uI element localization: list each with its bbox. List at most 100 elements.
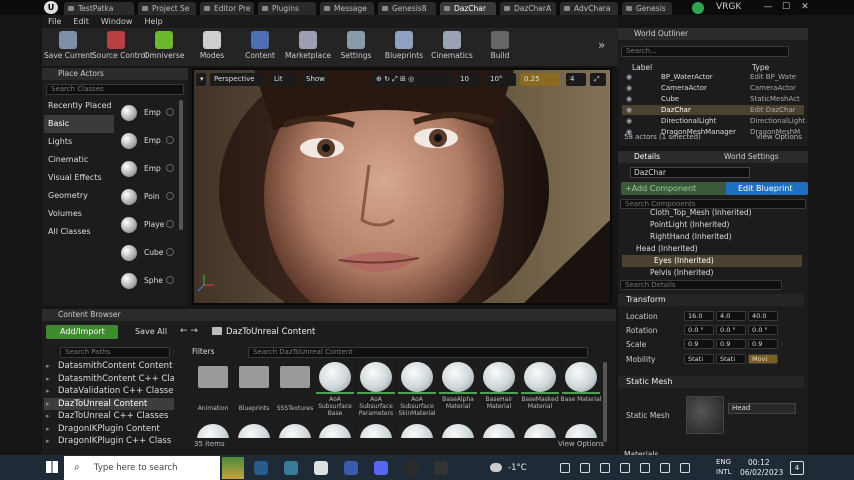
material-asset[interactable] bbox=[521, 422, 559, 438]
edit-blueprint-button[interactable]: Edit Blueprint bbox=[726, 182, 808, 195]
tray-icon[interactable] bbox=[560, 463, 570, 473]
perspective-button[interactable]: Perspective bbox=[210, 73, 266, 86]
window-tab[interactable]: DazCharA bbox=[500, 2, 556, 15]
scale-snap[interactable]: 0.25 bbox=[520, 73, 560, 86]
folder-tree-item[interactable]: DatasmithContent Content bbox=[44, 360, 174, 372]
tray-icon[interactable] bbox=[660, 463, 670, 473]
material-asset[interactable] bbox=[562, 422, 600, 438]
viewport-options-button[interactable]: ▾ bbox=[196, 73, 206, 86]
content-browser-header[interactable]: Content Browser bbox=[42, 309, 616, 321]
tray-icon[interactable] bbox=[580, 463, 590, 473]
location-field[interactable]: 4.0 bbox=[716, 311, 746, 321]
visibility-eye-icon[interactable]: ◉ bbox=[626, 72, 632, 82]
file-explorer-icon[interactable] bbox=[314, 461, 328, 475]
help-icon[interactable] bbox=[166, 192, 174, 200]
vpn-icon[interactable] bbox=[344, 461, 358, 475]
tab-world-settings[interactable]: World Settings bbox=[724, 152, 779, 161]
notification-center-icon[interactable]: 4 bbox=[790, 461, 804, 475]
clock-time[interactable]: 00:12 bbox=[748, 458, 770, 467]
actor-item[interactable]: Emp bbox=[116, 103, 176, 123]
lang-code[interactable]: ENG bbox=[716, 458, 731, 466]
category-geometry[interactable]: Geometry bbox=[44, 187, 114, 205]
mobility-option[interactable]: Stati bbox=[716, 354, 746, 364]
place-actors-search[interactable]: Search Classes bbox=[46, 84, 184, 95]
build-button[interactable]: Build bbox=[476, 30, 524, 64]
rotation-field[interactable]: 0.0 ° bbox=[684, 325, 714, 335]
window-tab[interactable]: DazChar bbox=[440, 2, 496, 15]
transform-section-header[interactable]: Transform bbox=[618, 294, 804, 306]
visibility-eye-icon[interactable]: ◉ bbox=[626, 83, 632, 93]
omniverse-button[interactable]: Omniverse bbox=[140, 30, 188, 64]
static-mesh-dropdown[interactable]: Head bbox=[728, 403, 796, 414]
visibility-eye-icon[interactable]: ◉ bbox=[626, 105, 632, 115]
window-tab[interactable]: Message bbox=[320, 2, 374, 15]
cinematics-button[interactable]: Cinematics bbox=[428, 30, 476, 64]
world-outliner-header[interactable]: World Outliner bbox=[618, 28, 808, 40]
tray-icon[interactable] bbox=[600, 463, 610, 473]
material-asset[interactable] bbox=[398, 422, 436, 438]
marketplace-button[interactable]: Marketplace bbox=[284, 30, 332, 64]
unreal-engine-icon[interactable] bbox=[404, 461, 418, 475]
material-asset[interactable] bbox=[398, 360, 436, 394]
category-lights[interactable]: Lights bbox=[44, 133, 114, 151]
outliner-col-type[interactable]: Type bbox=[752, 63, 769, 72]
static-mesh-thumbnail[interactable] bbox=[686, 396, 724, 434]
outliner-row[interactable]: ◉ DragonMeshManager DragonMeshM bbox=[622, 127, 804, 137]
lit-button[interactable]: Lit bbox=[270, 73, 298, 86]
folder-icon[interactable] bbox=[198, 366, 228, 388]
content-scrollbar[interactable] bbox=[603, 362, 607, 442]
menu-edit[interactable]: Edit bbox=[67, 15, 95, 28]
minimize-button[interactable]: — bbox=[760, 0, 776, 15]
material-asset[interactable] bbox=[357, 422, 395, 438]
task-view-icon[interactable] bbox=[254, 461, 268, 475]
lang-region[interactable]: INTL bbox=[716, 468, 731, 476]
actor-item[interactable]: Playe bbox=[116, 215, 176, 235]
outliner-search[interactable]: Search... bbox=[621, 46, 789, 57]
windows-start-icon[interactable] bbox=[46, 461, 58, 473]
location-field[interactable]: 40.0 bbox=[748, 311, 778, 321]
category-cinematic[interactable]: Cinematic bbox=[44, 151, 114, 169]
maximize-viewport-icon[interactable]: ⤢ bbox=[590, 73, 606, 86]
folder-tree-item[interactable]: DatasmithContent C++ Cla bbox=[44, 373, 174, 385]
material-asset[interactable] bbox=[235, 422, 273, 438]
material-asset[interactable] bbox=[562, 360, 600, 394]
material-asset[interactable] bbox=[480, 422, 518, 438]
weather-temp[interactable]: -1°C bbox=[508, 463, 527, 473]
static-mesh-section-header[interactable]: Static Mesh bbox=[618, 376, 804, 388]
search-paths-input[interactable]: Search Paths bbox=[60, 347, 170, 358]
menu-help[interactable]: Help bbox=[138, 15, 168, 28]
tab-details[interactable]: Details bbox=[634, 152, 660, 161]
folder-tree-item[interactable]: DataValidation C++ Classe bbox=[44, 385, 174, 397]
material-asset[interactable] bbox=[316, 360, 354, 394]
component-item[interactable]: Eyes (Inherited) bbox=[622, 255, 802, 267]
window-tab[interactable]: Editor Pre bbox=[200, 2, 254, 15]
component-item[interactable]: Head (Inherited) bbox=[622, 243, 802, 255]
outliner-row[interactable]: ◉ Cube StaticMeshAct bbox=[622, 94, 804, 104]
category-basic[interactable]: Basic bbox=[44, 115, 114, 133]
actor-item[interactable]: Emp bbox=[116, 131, 176, 151]
save-all-button[interactable]: Save All bbox=[122, 325, 174, 339]
category-volumes[interactable]: Volumes bbox=[44, 205, 114, 223]
material-asset[interactable] bbox=[316, 422, 354, 438]
settings-button[interactable]: Settings bbox=[332, 30, 380, 64]
window-tab[interactable]: TestPatka bbox=[64, 2, 134, 15]
place-actors-scrollbar[interactable] bbox=[179, 100, 183, 230]
discord-icon[interactable] bbox=[374, 461, 388, 475]
tray-icon[interactable] bbox=[640, 463, 650, 473]
taskbar-search-input[interactable]: Type here to search bbox=[64, 456, 220, 480]
material-asset[interactable] bbox=[194, 422, 232, 438]
close-button[interactable]: ✕ bbox=[797, 0, 813, 15]
content-view-options-button[interactable]: View Options bbox=[558, 440, 604, 448]
grid-snap[interactable]: 10 bbox=[456, 73, 482, 86]
scale-field[interactable]: 0.9 bbox=[684, 339, 714, 349]
daz-studio-icon[interactable] bbox=[434, 461, 448, 475]
category-visual-effects[interactable]: Visual Effects bbox=[44, 169, 114, 187]
component-item[interactable]: Pelvis (Inherited) bbox=[622, 267, 802, 279]
mobility-option[interactable]: Movi bbox=[748, 354, 778, 364]
actor-item[interactable]: Emp bbox=[116, 159, 176, 179]
outliner-row[interactable]: ◉ BP_WaterActor Edit BP_Wate bbox=[622, 72, 804, 82]
viewport-render[interactable] bbox=[194, 70, 610, 303]
help-icon[interactable] bbox=[166, 276, 174, 284]
category-all-classes[interactable]: All Classes bbox=[44, 223, 114, 241]
location-field[interactable]: 16.0 bbox=[684, 311, 714, 321]
